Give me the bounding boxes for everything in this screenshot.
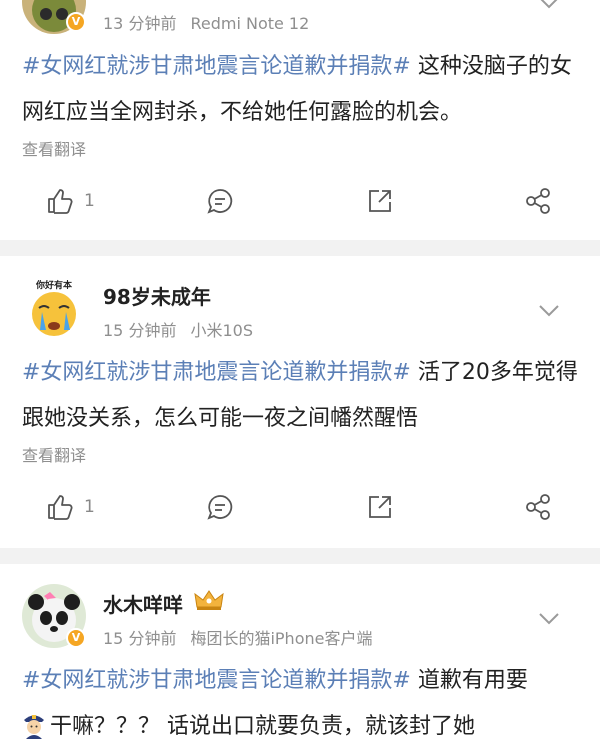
- repost-button[interactable]: [366, 490, 394, 524]
- post-card-3: V 水木咩咩 15 分钟前 梅团长的猫iPhone客户端 #女网红就涉甘肃地震言论…: [0, 564, 600, 751]
- share-icon: [369, 190, 391, 212]
- police-emoji-icon: [24, 715, 44, 739]
- like-button[interactable]: 1: [46, 184, 95, 218]
- more-share-button[interactable]: [524, 490, 552, 524]
- verified-badge-icon: V: [66, 628, 86, 648]
- post-meta: 15 分钟前 小米10S: [103, 317, 253, 341]
- comment-button[interactable]: [206, 490, 234, 524]
- post-device: 小米10S: [190, 321, 253, 340]
- post-device: 梅团长的猫iPhone客户端: [190, 629, 373, 648]
- separator: [0, 548, 600, 564]
- hashtag-link[interactable]: #女网红就涉甘肃地震言论道歉并捐款#: [22, 360, 411, 385]
- separator: [0, 240, 600, 256]
- post-time: 15 分钟前: [103, 629, 177, 648]
- more-share-icon: [526, 494, 550, 520]
- repost-button[interactable]: [366, 184, 394, 218]
- post-text-line2: 干嘛？？？ 话说出口就要负责，就该封了她: [50, 714, 475, 739]
- like-count: 1: [84, 497, 95, 517]
- comment-icon: [207, 189, 233, 214]
- post-content: #女网红就涉甘肃地震言论道歉并捐款# 这种没脑子的女网红应当全网封杀，不给她任何…: [22, 44, 582, 136]
- translate-link[interactable]: 查看翻译: [22, 136, 86, 160]
- more-share-icon: [526, 188, 550, 214]
- post-content: #女网红就涉甘肃地震言论道歉并捐款# 活了20多年觉得跟她没关系，怎么可能一夜之…: [22, 350, 582, 442]
- username[interactable]: 水木咩咩: [103, 589, 183, 618]
- hashtag-link[interactable]: #女网红就涉甘肃地震言论道歉并捐款#: [22, 54, 411, 79]
- like-icon: [48, 495, 73, 520]
- post-time: 13 分钟前: [103, 14, 177, 33]
- avatar-caption: 你好有本: [35, 279, 73, 291]
- post-text: 道歉有用要: [410, 668, 528, 693]
- chevron-down-icon[interactable]: [538, 612, 560, 626]
- post-card-2: 你好有本 98岁未成年 15 分钟前 小米10S #女网红就涉甘肃地震言论道歉并捐…: [0, 256, 600, 548]
- post-device: Redmi Note 12: [190, 14, 310, 33]
- hashtag-link[interactable]: #女网红就涉甘肃地震言论道歉并捐款#: [22, 668, 411, 693]
- chevron-down-icon[interactable]: [538, 304, 560, 318]
- like-icon: [48, 189, 73, 214]
- more-share-button[interactable]: [524, 184, 552, 218]
- comment-icon: [207, 495, 233, 520]
- avatar[interactable]: 你好有本: [22, 276, 86, 340]
- comment-button[interactable]: [206, 184, 234, 218]
- translate-link[interactable]: 查看翻译: [22, 442, 86, 466]
- post-meta: 13 分钟前 Redmi Note 12: [103, 10, 309, 34]
- chevron-down-icon[interactable]: [538, 0, 560, 10]
- like-count: 1: [84, 191, 95, 211]
- post-card-1: V 13 分钟前 Redmi Note 12 #女网红就涉甘肃地震言论道歉并捐款#…: [0, 0, 600, 240]
- post-meta: 15 分钟前 梅团长的猫iPhone客户端: [103, 625, 372, 649]
- verified-badge-icon: V: [66, 12, 86, 32]
- username[interactable]: 98岁未成年: [103, 281, 211, 310]
- post-content: #女网红就涉甘肃地震言论道歉并捐款# 道歉有用要 干嘛？？？ 话说出口就要负责，…: [22, 658, 582, 750]
- share-icon: [369, 496, 391, 518]
- like-button[interactable]: 1: [46, 490, 95, 524]
- crown-icon: [194, 590, 224, 610]
- post-time: 15 分钟前: [103, 321, 177, 340]
